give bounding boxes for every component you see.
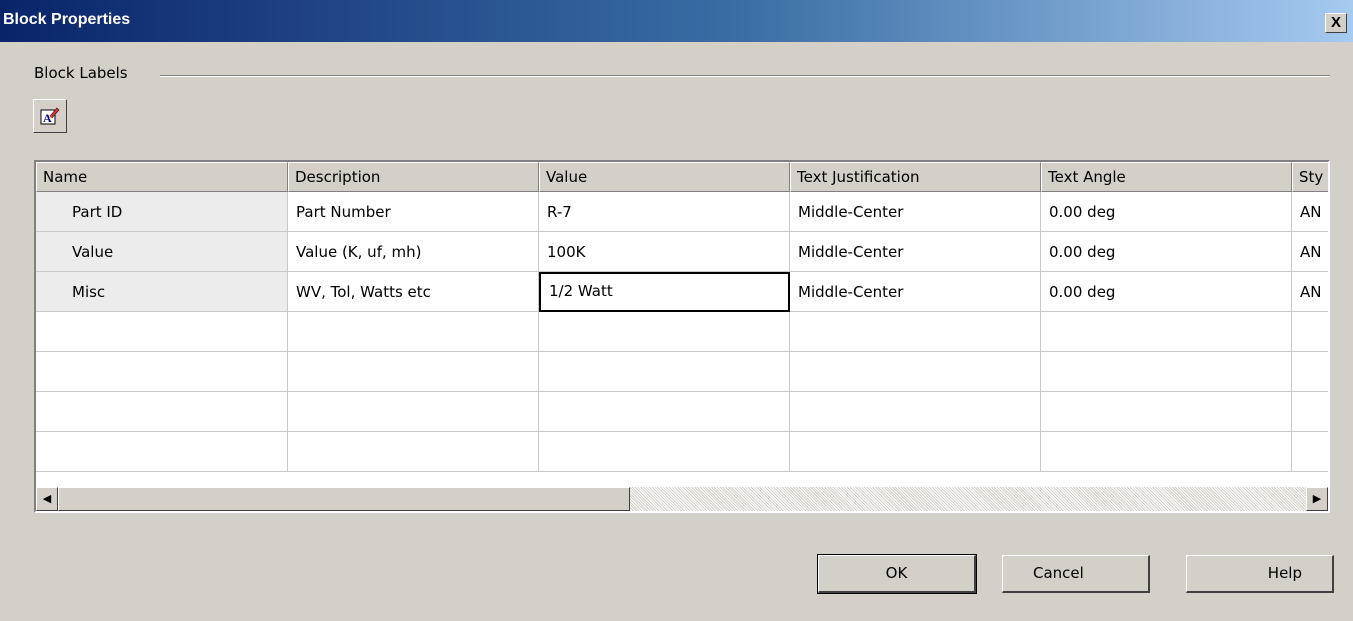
cell-empty[interactable] xyxy=(539,352,790,392)
cell-angle[interactable]: 0.00 deg xyxy=(1041,192,1292,232)
group-divider xyxy=(160,75,1330,77)
cell-value[interactable]: R-7 xyxy=(539,192,790,232)
cell-empty[interactable] xyxy=(790,312,1041,352)
cell-empty[interactable] xyxy=(790,432,1041,472)
cell-empty[interactable] xyxy=(790,392,1041,432)
cell-empty[interactable] xyxy=(36,432,288,472)
scroll-thumb[interactable] xyxy=(58,487,630,511)
cell-angle[interactable]: 0.00 deg xyxy=(1041,272,1292,312)
cell-empty[interactable] xyxy=(1041,352,1292,392)
close-button[interactable]: X xyxy=(1325,13,1347,33)
cell-empty[interactable] xyxy=(288,432,539,472)
cell-empty[interactable] xyxy=(1292,312,1328,352)
cell-empty[interactable] xyxy=(539,432,790,472)
column-header-name[interactable]: Name xyxy=(36,162,288,192)
scroll-right-button[interactable]: ▶ xyxy=(1306,487,1328,511)
cell-description[interactable]: WV, Tol, Watts etc xyxy=(288,272,539,312)
column-header-description[interactable]: Description xyxy=(288,162,539,192)
cell-value[interactable]: 100K xyxy=(539,232,790,272)
cell-empty[interactable] xyxy=(288,352,539,392)
group-label: Block Labels xyxy=(34,64,128,82)
column-header-style[interactable]: Sty xyxy=(1292,162,1328,192)
cell-empty[interactable] xyxy=(1041,392,1292,432)
column-header-justification[interactable]: Text Justification xyxy=(790,162,1041,192)
cell-empty[interactable] xyxy=(1292,432,1328,472)
cell-empty[interactable] xyxy=(1292,352,1328,392)
cell-name[interactable]: Misc xyxy=(36,272,288,312)
cell-justification[interactable]: Middle-Center xyxy=(790,192,1041,232)
cell-description[interactable]: Value (K, uf, mh) xyxy=(288,232,539,272)
cell-name[interactable]: Part ID xyxy=(36,192,288,232)
arrow-right-icon: ▶ xyxy=(1312,492,1322,505)
arrow-left-icon: ◀ xyxy=(42,492,52,505)
column-header-value[interactable]: Value xyxy=(539,162,790,192)
cell-empty[interactable] xyxy=(1292,392,1328,432)
cell-empty[interactable] xyxy=(790,352,1041,392)
cell-angle[interactable]: 0.00 deg xyxy=(1041,232,1292,272)
cell-justification[interactable]: Middle-Center xyxy=(790,272,1041,312)
cell-empty[interactable] xyxy=(288,392,539,432)
window-title: Block Properties xyxy=(3,11,131,28)
cell-value-editing[interactable]: 1/2 Watt xyxy=(539,272,790,312)
cell-empty[interactable] xyxy=(36,392,288,432)
help-button[interactable]: Help xyxy=(1186,555,1334,593)
horizontal-scrollbar[interactable]: ◀ ▶ xyxy=(36,487,1328,511)
cell-empty[interactable] xyxy=(36,352,288,392)
cell-empty[interactable] xyxy=(539,392,790,432)
cell-empty[interactable] xyxy=(539,312,790,352)
cell-style[interactable]: AN xyxy=(1292,232,1328,272)
cell-name[interactable]: Value xyxy=(36,232,288,272)
cell-justification[interactable]: Middle-Center xyxy=(790,232,1041,272)
cell-empty[interactable] xyxy=(288,312,539,352)
scroll-left-button[interactable]: ◀ xyxy=(36,487,58,511)
column-header-angle[interactable]: Text Angle xyxy=(1041,162,1292,192)
cell-empty[interactable] xyxy=(1041,312,1292,352)
cell-style[interactable]: AN xyxy=(1292,272,1328,312)
cell-empty[interactable] xyxy=(36,312,288,352)
edit-label-button[interactable]: A xyxy=(33,99,67,133)
cancel-button[interactable]: Cancel xyxy=(1002,555,1150,593)
cell-empty[interactable] xyxy=(1041,432,1292,472)
ok-button[interactable]: OK xyxy=(817,554,977,594)
cell-description[interactable]: Part Number xyxy=(288,192,539,232)
labels-table[interactable]: Name Description Value Text Justificatio… xyxy=(34,160,1330,513)
cell-style[interactable]: AN xyxy=(1292,192,1328,232)
text-edit-icon: A xyxy=(40,107,60,125)
title-bar: Block Properties X xyxy=(0,0,1353,42)
